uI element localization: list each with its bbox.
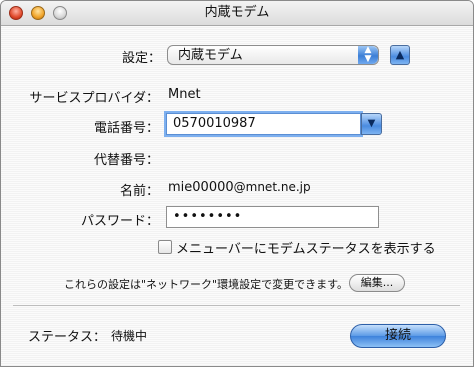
show-status-label: メニューバーにモデムステータスを表示する bbox=[176, 242, 436, 257]
phone-number-field[interactable]: 0570010987 bbox=[166, 113, 361, 135]
settings-label: 設定： bbox=[121, 51, 161, 66]
up-arrow-icon: ▲ bbox=[395, 48, 405, 61]
edit-button[interactable]: 編集... bbox=[349, 274, 405, 292]
account-name-domain: @mnet.ne.jp bbox=[233, 180, 311, 194]
network-settings-note: これらの設定は"ネットワーク"環境設定で変更できます。 bbox=[64, 278, 349, 291]
title-bar: 内蔵モデム bbox=[1, 1, 473, 26]
name-label: 名前： bbox=[119, 184, 159, 199]
up-arrow-button[interactable]: ▲ bbox=[390, 45, 410, 65]
account-name-value: mie00000@mnet.ne.jp bbox=[168, 180, 311, 195]
account-name-user: mie00000 bbox=[168, 180, 234, 195]
phone-combo-button[interactable]: ▼ bbox=[361, 113, 382, 135]
status-value: 待機中 bbox=[111, 329, 148, 343]
connect-button[interactable]: 接続 bbox=[350, 324, 446, 348]
provider-label: サービスプロバイダ： bbox=[29, 91, 159, 106]
status-label: ステータス： bbox=[28, 330, 107, 345]
chevron-down-icon: ▼ bbox=[367, 118, 376, 129]
provider-value: Mnet bbox=[168, 87, 201, 102]
show-status-checkbox[interactable] bbox=[158, 240, 172, 254]
phone-label: 電話番号： bbox=[93, 121, 159, 136]
settings-popup-value: 内蔵モデム bbox=[178, 48, 243, 63]
window-title: 内蔵モデム bbox=[204, 5, 270, 20]
separator bbox=[13, 305, 460, 306]
up-down-arrows-icon: ▲ ▼ bbox=[358, 46, 378, 64]
password-label: パスワード： bbox=[80, 214, 159, 229]
settings-popup[interactable]: 内蔵モデム ▲ ▼ bbox=[167, 45, 379, 65]
password-field[interactable]: •••••••• bbox=[166, 206, 379, 228]
modem-window: 内蔵モデム 設定： 内蔵モデム ▲ ▼ ▲ サービスプロバイダ： Mnet 電話番… bbox=[0, 0, 474, 367]
alt-phone-label: 代替番号： bbox=[93, 153, 159, 168]
